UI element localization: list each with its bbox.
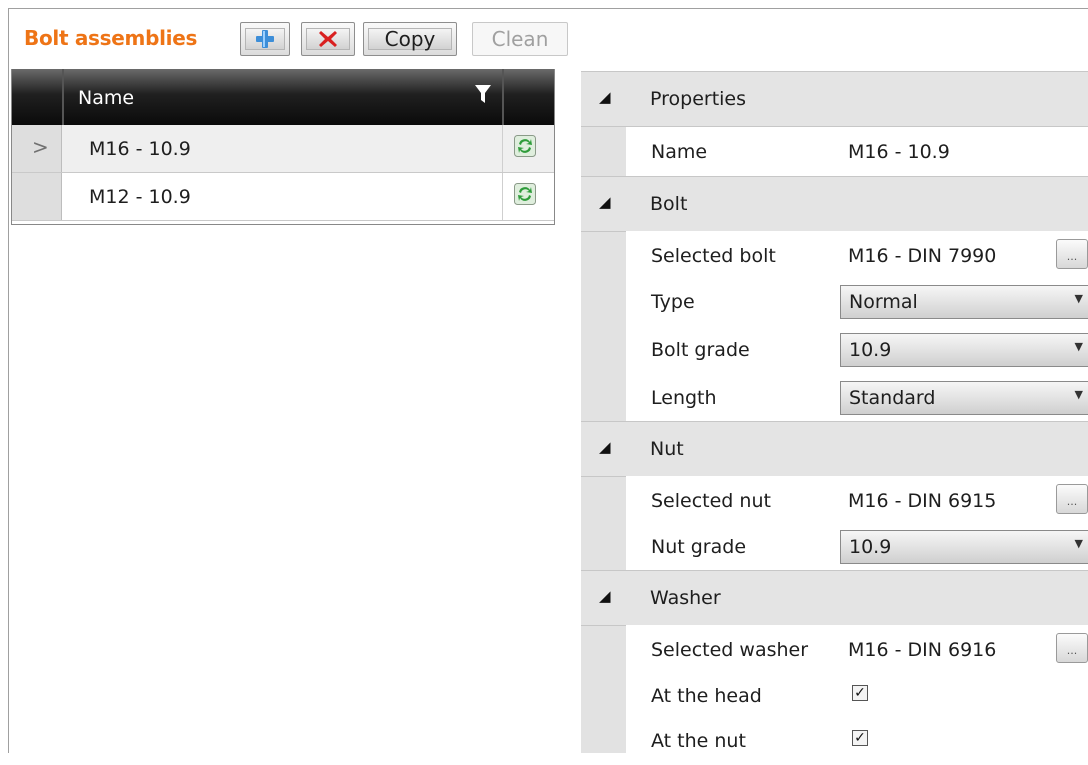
category-washer[interactable]: ◢ Washer <box>581 570 1088 626</box>
bolt-assemblies-title: Bolt assemblies <box>24 26 198 50</box>
current-row-arrow-icon: > <box>32 135 49 159</box>
browse-washer-button[interactable]: ... <box>1056 633 1088 663</box>
clean-button-label: Clean <box>491 27 549 51</box>
property-row-name: Name M16 - 10.9 <box>626 127 1088 176</box>
clean-button[interactable]: Clean <box>472 22 568 56</box>
selected-nut-value: M16 - DIN 6915 <box>848 490 997 512</box>
category-label: Properties <box>650 88 747 110</box>
category-bolt[interactable]: ◢ Bolt <box>581 176 1088 232</box>
panel-border-top <box>8 8 1088 9</box>
property-label: At the nut <box>651 730 746 752</box>
property-row-nut-grade: Nut grade 10.9 ▼ <box>626 522 1088 571</box>
property-row-at-the-nut: At the nut ✓ <box>626 716 1088 765</box>
header-separator <box>62 69 64 125</box>
filter-icon[interactable] <box>474 83 492 105</box>
cell-separator <box>502 173 503 220</box>
property-row-selected-nut: Selected nut M16 - DIN 6915 ... <box>626 476 1088 525</box>
collapse-triangle-icon[interactable]: ◢ <box>599 88 611 106</box>
property-label: Selected bolt <box>651 245 776 267</box>
row-name: M16 - 10.9 <box>89 138 191 160</box>
property-label: Type <box>651 291 695 313</box>
add-button[interactable] <box>240 22 290 56</box>
property-row-length: Length Standard ▼ <box>626 373 1088 422</box>
bolt-grade-dropdown[interactable]: 10.9 ▼ <box>840 333 1088 367</box>
browse-nut-button[interactable]: ... <box>1056 484 1088 514</box>
selected-washer-value: M16 - DIN 6916 <box>848 639 997 661</box>
category-nut[interactable]: ◢ Nut <box>581 421 1088 477</box>
dropdown-arrow-icon: ▼ <box>1074 388 1083 401</box>
property-grid: ◢ Properties Name M16 - 10.9 ◢ Bolt Sele… <box>581 71 1088 765</box>
collapse-triangle-icon[interactable]: ◢ <box>599 438 611 456</box>
grid-header: Name <box>12 69 554 125</box>
plus-icon <box>256 30 274 48</box>
property-grid-gutter <box>581 71 626 753</box>
property-row-at-the-head: At the head ✓ <box>626 671 1088 720</box>
table-row[interactable]: > M16 - 10.9 <box>12 125 554 173</box>
property-label: At the head <box>651 685 762 707</box>
property-label: Length <box>651 387 717 409</box>
refresh-icon[interactable] <box>514 135 536 157</box>
category-properties[interactable]: ◢ Properties <box>581 71 1088 127</box>
table-row[interactable]: M12 - 10.9 <box>12 173 554 221</box>
panel-border-left <box>8 8 9 753</box>
property-label: Selected nut <box>651 490 771 512</box>
property-row-bolt-grade: Bolt grade 10.9 ▼ <box>626 325 1088 374</box>
property-label: Name <box>651 141 708 163</box>
cell-separator <box>502 125 503 172</box>
category-label: Bolt <box>650 193 688 215</box>
dropdown-arrow-icon: ▼ <box>1074 340 1083 353</box>
property-label: Bolt grade <box>651 339 750 361</box>
property-row-selected-washer: Selected washer M16 - DIN 6916 ... <box>626 625 1088 674</box>
dropdown-arrow-icon: ▼ <box>1074 537 1083 550</box>
property-label: Selected washer <box>651 639 809 661</box>
category-label: Washer <box>650 587 721 609</box>
type-dropdown[interactable]: Normal ▼ <box>840 285 1088 319</box>
selected-bolt-value: M16 - DIN 7990 <box>848 245 997 267</box>
red-x-icon <box>319 31 337 47</box>
property-row-type: Type Normal ▼ <box>626 277 1088 326</box>
dropdown-value: 10.9 <box>849 339 892 361</box>
dropdown-value: 10.9 <box>849 536 892 558</box>
delete-button[interactable] <box>301 22 355 56</box>
row-name: M12 - 10.9 <box>89 186 191 208</box>
name-value[interactable]: M16 - 10.9 <box>848 141 950 163</box>
dropdown-value: Normal <box>849 291 918 313</box>
browse-bolt-button[interactable]: ... <box>1056 239 1088 269</box>
property-label: Nut grade <box>651 536 747 558</box>
category-label: Nut <box>650 438 684 460</box>
bolt-assemblies-grid: Name > M16 - 10.9 M12 - 10.9 <box>11 69 555 225</box>
length-dropdown[interactable]: Standard ▼ <box>840 381 1088 415</box>
collapse-triangle-icon[interactable]: ◢ <box>599 193 611 211</box>
dropdown-arrow-icon: ▼ <box>1074 292 1083 305</box>
at-the-nut-checkbox[interactable]: ✓ <box>852 730 868 746</box>
dropdown-value: Standard <box>849 387 936 409</box>
refresh-icon[interactable] <box>514 183 536 205</box>
nut-grade-dropdown[interactable]: 10.9 ▼ <box>840 530 1088 564</box>
copy-button[interactable]: Copy <box>363 22 457 56</box>
property-row-selected-bolt: Selected bolt M16 - DIN 7990 ... <box>626 231 1088 280</box>
copy-button-label: Copy <box>368 27 452 51</box>
collapse-triangle-icon[interactable]: ◢ <box>599 587 611 605</box>
row-indicator <box>12 173 62 220</box>
row-indicator: > <box>12 125 62 172</box>
column-header-name[interactable]: Name <box>78 87 134 109</box>
header-separator <box>502 69 504 125</box>
at-the-head-checkbox[interactable]: ✓ <box>852 685 868 701</box>
